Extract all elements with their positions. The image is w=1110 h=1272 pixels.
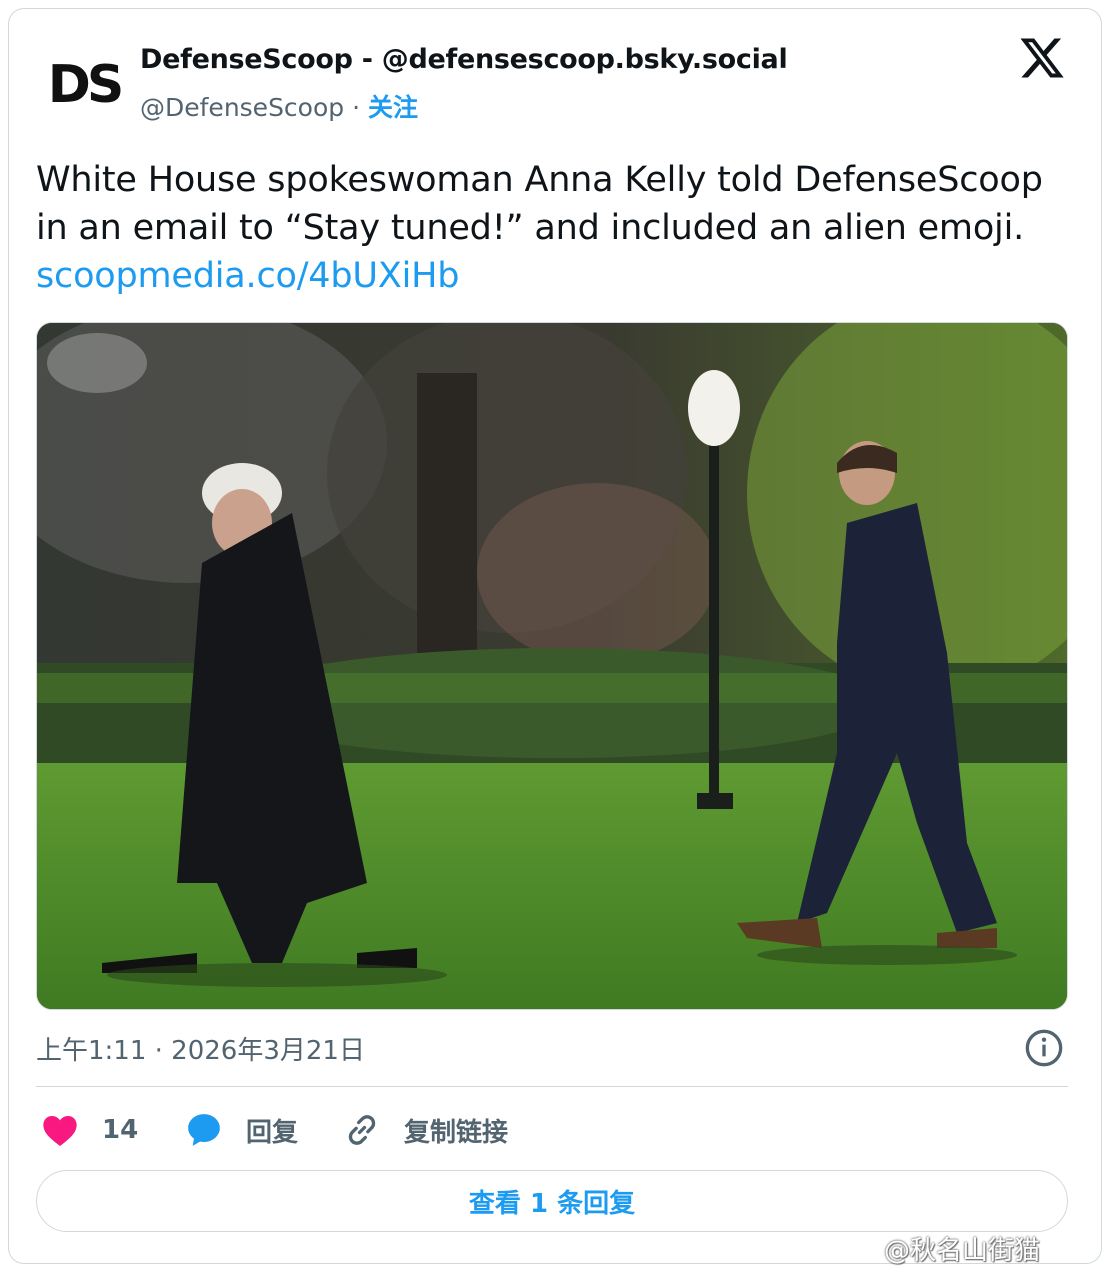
chat-bubble-icon	[188, 1114, 220, 1146]
post-link[interactable]: scoopmedia.co/4bUXiHb	[36, 252, 1076, 300]
post-body: White House spokeswoman Anna Kelly told …	[36, 160, 1043, 248]
watermark: @秋名山街猫	[884, 1236, 1041, 1266]
author-handle[interactable]: @DefenseScoop	[140, 93, 344, 122]
author-display-name[interactable]: DefenseScoop - @defensescoop.bsky.social	[140, 44, 788, 75]
info-icon[interactable]	[1024, 1028, 1064, 1068]
copy-link-label: 复制链接	[404, 1117, 509, 1148]
post-photo[interactable]	[36, 322, 1068, 1010]
photo-illustration	[37, 323, 1067, 1009]
view-replies-button[interactable]: 查看 1 条回复	[36, 1170, 1068, 1232]
like-button[interactable]: 14	[40, 1108, 138, 1152]
link-icon	[348, 1115, 376, 1145]
like-count: 14	[102, 1115, 139, 1145]
author-meta: @DefenseScoop · 关注	[140, 88, 418, 124]
post-text: White House spokeswoman Anna Kelly told …	[36, 156, 1076, 300]
post-timestamp[interactable]: 上午1:11 · 2026年3月21日	[36, 1030, 365, 1067]
meta-separator: ·	[344, 93, 368, 122]
heart-icon	[43, 1116, 77, 1146]
copy-link-button[interactable]: 复制链接	[342, 1108, 508, 1152]
logo-text: DS	[48, 55, 121, 112]
reply-button[interactable]: 回复	[184, 1108, 298, 1152]
follow-button[interactable]: 关注	[368, 93, 418, 122]
defensescoop-logo: DS	[48, 55, 125, 112]
divider	[36, 1086, 1068, 1087]
x-logo-icon[interactable]	[1018, 34, 1066, 82]
reply-label: 回复	[246, 1117, 299, 1148]
avatar[interactable]: DS	[36, 42, 132, 122]
